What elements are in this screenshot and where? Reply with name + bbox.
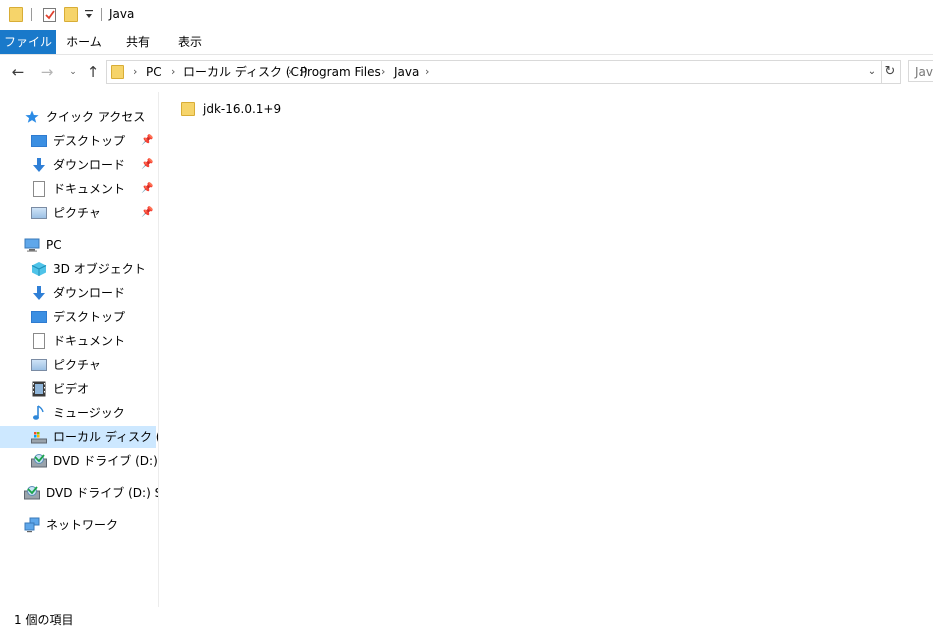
nav-label: ピクチャ — [53, 358, 101, 372]
tab-file[interactable]: ファイル — [0, 30, 56, 54]
nav-label: デスクトップ — [53, 310, 126, 324]
nav-label: デスクトップ — [53, 134, 126, 148]
divider — [31, 8, 32, 21]
breadcrumb-chevron-icon[interactable]: › — [133, 61, 137, 83]
desktop-icon — [31, 135, 47, 147]
address-history-dropdown-icon[interactable]: ⌄ — [865, 61, 879, 83]
nav-label: ドキュメント — [53, 182, 126, 196]
nav-label: ビデオ — [53, 382, 90, 396]
nav-label: PC — [46, 238, 62, 252]
item-count: 1 個の項目 — [14, 613, 74, 627]
navigation-bar: ← → ⌄ ↑ › PC › ローカル ディスク (C:) › Program … — [0, 55, 933, 90]
customize-toolbar-chevron-icon[interactable] — [84, 9, 94, 21]
forward-arrow-icon[interactable]: → — [37, 62, 57, 82]
breadcrumb-program-files[interactable]: Program Files — [300, 61, 381, 83]
refresh-icon[interactable]: ↻ — [880, 60, 901, 84]
pin-icon[interactable]: 📌 — [141, 202, 153, 224]
nav-quick-access[interactable]: クイック アクセス — [24, 106, 158, 128]
music-icon — [32, 405, 48, 421]
nav-pc[interactable]: PC — [24, 234, 158, 256]
nav-label: クイック アクセス — [46, 110, 146, 124]
nav-item-local-disk[interactable]: ローカル ディスク (C:) — [0, 426, 158, 448]
nav-label: DVD ドライブ (D:) SSS_X — [46, 486, 158, 500]
3d-objects-icon — [31, 261, 47, 277]
nav-label: DVD ドライブ (D:) SSS — [53, 454, 158, 468]
title-bar: Java — [0, 0, 933, 30]
nav-label: ドキュメント — [53, 334, 126, 348]
pin-icon[interactable]: 📌 — [141, 154, 153, 176]
back-arrow-icon[interactable]: ← — [8, 62, 28, 82]
breadcrumb-chevron-icon[interactable]: › — [425, 61, 429, 83]
nav-item-desktop-pc[interactable]: デスクトップ — [31, 306, 158, 328]
up-arrow-icon[interactable]: ↑ — [83, 62, 103, 82]
properties-icon[interactable] — [42, 7, 58, 23]
folder-icon[interactable] — [9, 7, 23, 22]
pin-icon[interactable]: 📌 — [141, 130, 153, 152]
document-icon — [33, 181, 45, 197]
breadcrumb-chevron-icon[interactable]: › — [288, 61, 292, 83]
dvd-drive-icon — [31, 453, 47, 469]
breadcrumb-java[interactable]: Java — [394, 61, 419, 83]
navigation-pane[interactable]: クイック アクセス デスクトップ 📌 ダウンロード 📌 ドキュメント 📌 ピクチ… — [0, 92, 159, 607]
star-icon — [24, 109, 40, 125]
address-bar[interactable]: › PC › ローカル ディスク (C:) › Program Files › … — [106, 60, 882, 84]
picture-icon — [31, 207, 47, 219]
pc-icon — [24, 237, 40, 253]
nav-item-desktop[interactable]: デスクトップ 📌 — [31, 130, 158, 152]
folder-icon — [111, 65, 124, 79]
desktop-icon — [31, 311, 47, 323]
nav-label: ミュージック — [53, 406, 125, 420]
nav-label: ネットワーク — [46, 518, 119, 532]
nav-label: ピクチャ — [53, 206, 101, 220]
new-folder-icon[interactable] — [64, 7, 78, 22]
search-input[interactable]: Java — [908, 60, 933, 82]
nav-dvd-drive[interactable]: DVD ドライブ (D:) SSS_X — [24, 482, 158, 504]
nav-item-downloads[interactable]: ダウンロード 📌 — [31, 154, 158, 176]
tab-home[interactable]: ホーム — [58, 30, 110, 54]
dvd-drive-icon — [24, 485, 40, 501]
nav-label: ダウンロード — [53, 286, 126, 300]
nav-label: ダウンロード — [53, 158, 126, 172]
download-icon — [31, 285, 47, 301]
nav-network[interactable]: ネットワーク — [24, 514, 158, 536]
nav-item-documents-pc[interactable]: ドキュメント — [31, 330, 158, 352]
nav-item-dvd-drive[interactable]: DVD ドライブ (D:) SSS — [31, 450, 158, 472]
picture-icon — [31, 359, 47, 371]
nav-item-pictures-pc[interactable]: ピクチャ — [31, 354, 158, 376]
breadcrumb-pc[interactable]: PC — [146, 61, 162, 83]
document-icon — [33, 333, 45, 349]
tab-share[interactable]: 共有 — [114, 30, 162, 54]
divider — [101, 8, 102, 21]
download-icon — [31, 157, 47, 173]
nav-item-videos[interactable]: ビデオ — [31, 378, 158, 400]
breadcrumb-chevron-icon[interactable]: › — [171, 61, 175, 83]
nav-item-documents[interactable]: ドキュメント 📌 — [31, 178, 158, 200]
network-icon — [24, 517, 40, 533]
ribbon-tabs: ファイル ホーム 共有 表示 — [0, 30, 933, 55]
status-bar: 1 個の項目 — [0, 607, 933, 629]
local-disk-icon — [31, 429, 47, 445]
nav-label: ローカル ディスク (C:) — [53, 430, 158, 444]
pin-icon[interactable]: 📌 — [141, 178, 153, 200]
nav-item-pictures[interactable]: ピクチャ 📌 — [31, 202, 158, 224]
breadcrumb-chevron-icon[interactable]: › — [381, 61, 385, 83]
file-list[interactable]: jdk-16.0.1+9 — [159, 92, 933, 607]
window-title: Java — [109, 7, 135, 21]
file-name: jdk-16.0.1+9 — [203, 102, 282, 116]
video-icon — [32, 381, 48, 397]
nav-item-music[interactable]: ミュージック — [31, 402, 158, 424]
recent-locations-chevron-icon[interactable]: ⌄ — [63, 62, 83, 82]
nav-item-downloads-pc[interactable]: ダウンロード — [31, 282, 158, 304]
nav-item-3d-objects[interactable]: 3D オブジェクト — [31, 258, 158, 280]
folder-icon — [181, 102, 195, 116]
tab-view[interactable]: 表示 — [166, 30, 214, 54]
nav-label: 3D オブジェクト — [53, 262, 146, 276]
